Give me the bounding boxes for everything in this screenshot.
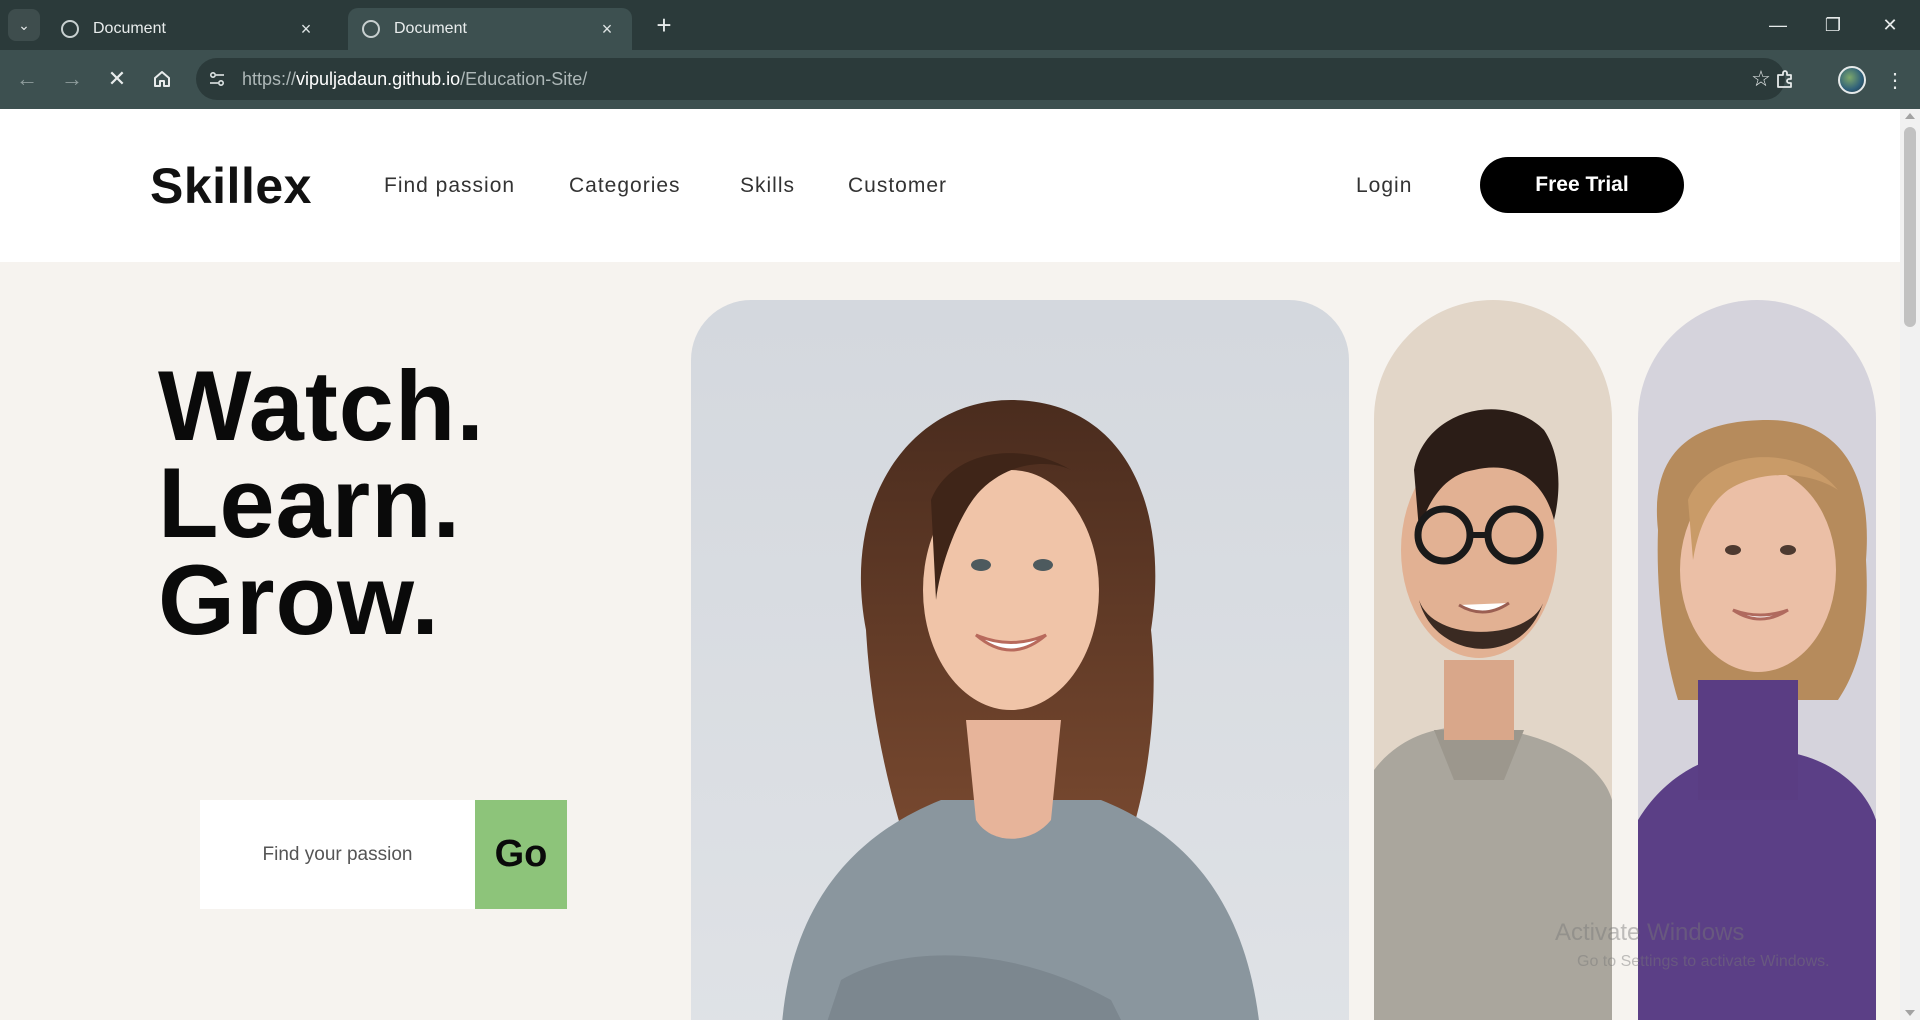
tab-title: Document bbox=[394, 20, 467, 37]
hero-line: Watch. bbox=[158, 350, 485, 461]
back-button[interactable]: ← bbox=[10, 62, 44, 96]
page-scrollbar[interactable] bbox=[1900, 109, 1920, 1020]
login-link[interactable]: Login bbox=[1356, 174, 1412, 198]
hero-photo-man bbox=[1374, 300, 1612, 1020]
close-icon: ✕ bbox=[1882, 14, 1898, 35]
address-bar[interactable]: https://vipuljadaun.github.io/Education-… bbox=[196, 58, 1785, 100]
new-tab-button[interactable]: + bbox=[650, 10, 678, 40]
url-path: /Education-Site/ bbox=[460, 68, 588, 89]
site-info-button[interactable] bbox=[200, 62, 234, 96]
browser-tab-2[interactable]: Document × bbox=[348, 8, 632, 50]
tab-title: Document bbox=[93, 20, 166, 37]
minimize-icon: — bbox=[1769, 14, 1787, 35]
hero-line: Learn. bbox=[158, 447, 462, 558]
restore-button[interactable]: ❐ bbox=[1813, 8, 1853, 42]
loading-icon bbox=[362, 20, 380, 38]
browser-tab-bar: ⌄ Document × Document × + — ❐ ✕ bbox=[0, 0, 1920, 50]
activate-windows-watermark: Activate Windows Go to Settings to activ… bbox=[1555, 919, 1830, 971]
close-icon[interactable]: × bbox=[295, 18, 317, 40]
puzzle-icon bbox=[1777, 70, 1792, 88]
browser-tab-1[interactable]: Document × bbox=[47, 8, 331, 50]
forward-button[interactable]: → bbox=[55, 62, 89, 96]
site-header: Skillex Find passion Categories Skills C… bbox=[0, 109, 1900, 262]
close-icon[interactable]: × bbox=[596, 18, 618, 40]
tab-search-button[interactable]: ⌄ bbox=[8, 9, 40, 41]
nav-find-passion[interactable]: Find passion bbox=[384, 174, 515, 198]
hero-line: Grow. bbox=[158, 544, 440, 655]
arrow-left-icon: ← bbox=[16, 66, 38, 91]
url-host: vipuljadaun.github.io bbox=[296, 68, 461, 89]
watermark-title: Activate Windows bbox=[1555, 919, 1745, 946]
hero-heading: Watch. Learn. Grow. bbox=[158, 350, 485, 655]
home-button[interactable] bbox=[145, 62, 179, 96]
hero-photo-woman bbox=[691, 300, 1349, 1020]
close-icon: ✕ bbox=[107, 66, 127, 91]
watermark-subtitle: Go to Settings to activate Windows. bbox=[1577, 953, 1830, 970]
restore-icon: ❐ bbox=[1824, 14, 1842, 35]
nav-skills[interactable]: Skills bbox=[740, 174, 795, 198]
site-logo[interactable]: Skillex bbox=[150, 157, 312, 215]
free-trial-button[interactable]: Free Trial bbox=[1480, 157, 1684, 213]
go-button[interactable]: Go bbox=[475, 800, 567, 909]
close-window-button[interactable]: ✕ bbox=[1870, 8, 1910, 42]
profile-avatar[interactable] bbox=[1838, 66, 1866, 94]
nav-customer[interactable]: Customer bbox=[848, 174, 947, 198]
url-text[interactable]: https://vipuljadaun.github.io/Education-… bbox=[242, 69, 1743, 90]
chevron-down-icon: ⌄ bbox=[18, 16, 30, 33]
tune-icon bbox=[209, 71, 225, 87]
search-input[interactable] bbox=[200, 800, 475, 909]
extensions-button[interactable] bbox=[1767, 62, 1803, 98]
browser-toolbar: ← → ✕ https://vipuljadaun.github.io/Educ… bbox=[0, 50, 1920, 109]
scroll-down-icon[interactable] bbox=[1905, 1010, 1915, 1016]
scroll-up-icon[interactable] bbox=[1905, 113, 1915, 119]
browser-menu-button[interactable]: ⋮ bbox=[1877, 62, 1913, 98]
more-vert-icon: ⋮ bbox=[1885, 69, 1905, 92]
stop-loading-button[interactable]: ✕ bbox=[100, 62, 134, 96]
globe-icon bbox=[61, 20, 79, 38]
web-page: Skillex Find passion Categories Skills C… bbox=[0, 109, 1900, 1020]
nav-categories[interactable]: Categories bbox=[569, 174, 681, 198]
hero-photo-woman-purple bbox=[1638, 300, 1876, 1020]
home-icon bbox=[154, 71, 170, 87]
minimize-button[interactable]: — bbox=[1758, 8, 1798, 42]
url-scheme: https:// bbox=[242, 68, 297, 89]
passion-search: Go bbox=[200, 800, 567, 909]
scrollbar-thumb[interactable] bbox=[1904, 127, 1916, 327]
arrow-right-icon: → bbox=[61, 66, 83, 91]
